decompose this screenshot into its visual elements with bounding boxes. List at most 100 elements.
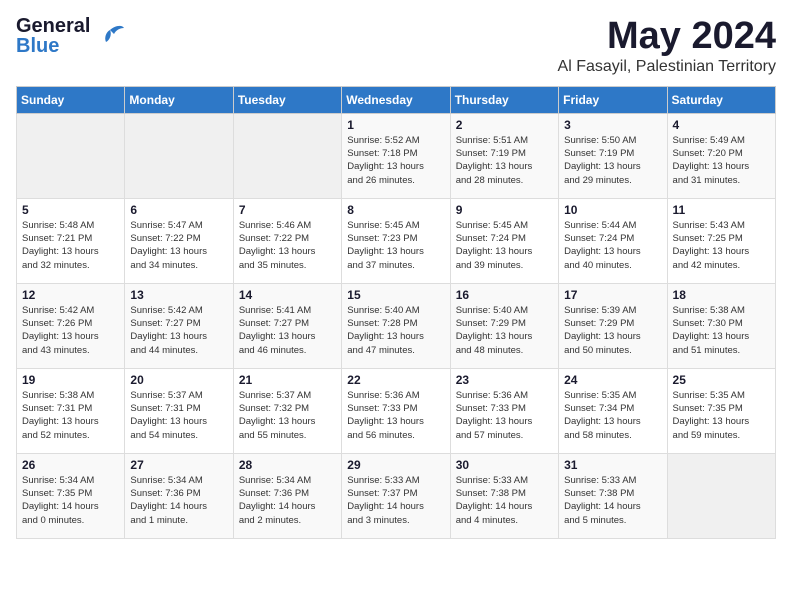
calendar-cell: 23 Sunrise: 5:36 AM Sunset: 7:33 PM Dayli… bbox=[450, 368, 558, 453]
day-number: 12 bbox=[22, 288, 119, 302]
day-info: Sunrise: 5:35 AM Sunset: 7:34 PM Dayligh… bbox=[564, 389, 661, 442]
weekday-header-monday: Monday bbox=[125, 86, 233, 113]
calendar-cell: 11 Sunrise: 5:43 AM Sunset: 7:25 PM Dayli… bbox=[667, 198, 775, 283]
day-info: Sunrise: 5:51 AM Sunset: 7:19 PM Dayligh… bbox=[456, 134, 553, 187]
day-number: 2 bbox=[456, 118, 553, 132]
day-info: Sunrise: 5:33 AM Sunset: 7:38 PM Dayligh… bbox=[564, 474, 661, 527]
day-number: 29 bbox=[347, 458, 444, 472]
calendar-cell bbox=[17, 113, 125, 198]
day-number: 25 bbox=[673, 373, 770, 387]
month-title: May 2024 bbox=[558, 16, 776, 58]
day-info: Sunrise: 5:45 AM Sunset: 7:24 PM Dayligh… bbox=[456, 219, 553, 272]
day-info: Sunrise: 5:48 AM Sunset: 7:21 PM Dayligh… bbox=[22, 219, 119, 272]
day-number: 18 bbox=[673, 288, 770, 302]
day-info: Sunrise: 5:46 AM Sunset: 7:22 PM Dayligh… bbox=[239, 219, 336, 272]
day-number: 14 bbox=[239, 288, 336, 302]
day-info: Sunrise: 5:36 AM Sunset: 7:33 PM Dayligh… bbox=[456, 389, 553, 442]
calendar-table: SundayMondayTuesdayWednesdayThursdayFrid… bbox=[16, 86, 776, 539]
day-number: 24 bbox=[564, 373, 661, 387]
calendar-cell bbox=[125, 113, 233, 198]
day-info: Sunrise: 5:37 AM Sunset: 7:32 PM Dayligh… bbox=[239, 389, 336, 442]
weekday-header-saturday: Saturday bbox=[667, 86, 775, 113]
day-info: Sunrise: 5:34 AM Sunset: 7:36 PM Dayligh… bbox=[239, 474, 336, 527]
day-info: Sunrise: 5:38 AM Sunset: 7:31 PM Dayligh… bbox=[22, 389, 119, 442]
calendar-cell: 5Sunrise: 5:48 AM Sunset: 7:21 PM Daylig… bbox=[17, 198, 125, 283]
day-number: 19 bbox=[22, 373, 119, 387]
weekday-header-wednesday: Wednesday bbox=[342, 86, 450, 113]
calendar-week-row: 19 Sunrise: 5:38 AM Sunset: 7:31 PM Dayli… bbox=[17, 368, 776, 453]
day-number: 4 bbox=[673, 118, 770, 132]
day-number: 13 bbox=[130, 288, 227, 302]
calendar-cell: 28Sunrise: 5:34 AM Sunset: 7:36 PM Dayli… bbox=[233, 453, 341, 538]
day-info: Sunrise: 5:43 AM Sunset: 7:25 PM Dayligh… bbox=[673, 219, 770, 272]
title-block: May 2024 Al Fasayil, Palestinian Territo… bbox=[558, 16, 776, 76]
day-number: 21 bbox=[239, 373, 336, 387]
day-number: 22 bbox=[347, 373, 444, 387]
day-info: Sunrise: 5:47 AM Sunset: 7:22 PM Dayligh… bbox=[130, 219, 227, 272]
weekday-header-friday: Friday bbox=[559, 86, 667, 113]
calendar-cell: 6 Sunrise: 5:47 AM Sunset: 7:22 PM Daylig… bbox=[125, 198, 233, 283]
calendar-cell: 12Sunrise: 5:42 AM Sunset: 7:26 PM Dayli… bbox=[17, 283, 125, 368]
calendar-cell: 10 Sunrise: 5:44 AM Sunset: 7:24 PM Dayli… bbox=[559, 198, 667, 283]
day-info: Sunrise: 5:39 AM Sunset: 7:29 PM Dayligh… bbox=[564, 304, 661, 357]
calendar-cell: 31 Sunrise: 5:33 AM Sunset: 7:38 PM Dayli… bbox=[559, 453, 667, 538]
calendar-cell bbox=[233, 113, 341, 198]
day-number: 30 bbox=[456, 458, 553, 472]
day-number: 17 bbox=[564, 288, 661, 302]
day-number: 8 bbox=[347, 203, 444, 217]
day-info: Sunrise: 5:50 AM Sunset: 7:19 PM Dayligh… bbox=[564, 134, 661, 187]
calendar-week-row: 5Sunrise: 5:48 AM Sunset: 7:21 PM Daylig… bbox=[17, 198, 776, 283]
calendar-cell: 27Sunrise: 5:34 AM Sunset: 7:36 PM Dayli… bbox=[125, 453, 233, 538]
calendar-cell: 2 Sunrise: 5:51 AM Sunset: 7:19 PM Daylig… bbox=[450, 113, 558, 198]
day-number: 16 bbox=[456, 288, 553, 302]
day-info: Sunrise: 5:33 AM Sunset: 7:37 PM Dayligh… bbox=[347, 474, 444, 527]
day-info: Sunrise: 5:38 AM Sunset: 7:30 PM Dayligh… bbox=[673, 304, 770, 357]
calendar-cell: 13 Sunrise: 5:42 AM Sunset: 7:27 PM Dayli… bbox=[125, 283, 233, 368]
day-info: Sunrise: 5:40 AM Sunset: 7:29 PM Dayligh… bbox=[456, 304, 553, 357]
day-number: 23 bbox=[456, 373, 553, 387]
day-info: Sunrise: 5:42 AM Sunset: 7:27 PM Dayligh… bbox=[130, 304, 227, 357]
day-info: Sunrise: 5:35 AM Sunset: 7:35 PM Dayligh… bbox=[673, 389, 770, 442]
location-title: Al Fasayil, Palestinian Territory bbox=[558, 58, 776, 76]
day-number: 10 bbox=[564, 203, 661, 217]
day-info: Sunrise: 5:40 AM Sunset: 7:28 PM Dayligh… bbox=[347, 304, 444, 357]
calendar-cell: 25 Sunrise: 5:35 AM Sunset: 7:35 PM Dayli… bbox=[667, 368, 775, 453]
calendar-cell: 20Sunrise: 5:37 AM Sunset: 7:31 PM Dayli… bbox=[125, 368, 233, 453]
calendar-cell: 4 Sunrise: 5:49 AM Sunset: 7:20 PM Daylig… bbox=[667, 113, 775, 198]
day-number: 6 bbox=[130, 203, 227, 217]
weekday-header-row: SundayMondayTuesdayWednesdayThursdayFrid… bbox=[17, 86, 776, 113]
calendar-cell: 17 Sunrise: 5:39 AM Sunset: 7:29 PM Dayli… bbox=[559, 283, 667, 368]
calendar-cell bbox=[667, 453, 775, 538]
calendar-cell: 7Sunrise: 5:46 AM Sunset: 7:22 PM Daylig… bbox=[233, 198, 341, 283]
calendar-cell: 9Sunrise: 5:45 AM Sunset: 7:24 PM Daylig… bbox=[450, 198, 558, 283]
calendar-cell: 29 Sunrise: 5:33 AM Sunset: 7:37 PM Dayli… bbox=[342, 453, 450, 538]
calendar-cell: 24 Sunrise: 5:35 AM Sunset: 7:34 PM Dayli… bbox=[559, 368, 667, 453]
calendar-week-row: 12Sunrise: 5:42 AM Sunset: 7:26 PM Dayli… bbox=[17, 283, 776, 368]
calendar-cell: 14Sunrise: 5:41 AM Sunset: 7:27 PM Dayli… bbox=[233, 283, 341, 368]
calendar-cell: 3 Sunrise: 5:50 AM Sunset: 7:19 PM Daylig… bbox=[559, 113, 667, 198]
day-info: Sunrise: 5:34 AM Sunset: 7:36 PM Dayligh… bbox=[130, 474, 227, 527]
day-number: 11 bbox=[673, 203, 770, 217]
day-info: Sunrise: 5:52 AM Sunset: 7:18 PM Dayligh… bbox=[347, 134, 444, 187]
logo: General Blue bbox=[16, 16, 126, 56]
calendar-cell: 8 Sunrise: 5:45 AM Sunset: 7:23 PM Daylig… bbox=[342, 198, 450, 283]
day-number: 31 bbox=[564, 458, 661, 472]
weekday-header-tuesday: Tuesday bbox=[233, 86, 341, 113]
calendar-week-row: 1Sunrise: 5:52 AM Sunset: 7:18 PM Daylig… bbox=[17, 113, 776, 198]
calendar-week-row: 26Sunrise: 5:34 AM Sunset: 7:35 PM Dayli… bbox=[17, 453, 776, 538]
weekday-header-thursday: Thursday bbox=[450, 86, 558, 113]
day-info: Sunrise: 5:37 AM Sunset: 7:31 PM Dayligh… bbox=[130, 389, 227, 442]
weekday-header-sunday: Sunday bbox=[17, 86, 125, 113]
logo-bird-icon bbox=[94, 22, 126, 50]
day-info: Sunrise: 5:49 AM Sunset: 7:20 PM Dayligh… bbox=[673, 134, 770, 187]
calendar-cell: 19 Sunrise: 5:38 AM Sunset: 7:31 PM Dayli… bbox=[17, 368, 125, 453]
day-info: Sunrise: 5:36 AM Sunset: 7:33 PM Dayligh… bbox=[347, 389, 444, 442]
calendar-cell: 30Sunrise: 5:33 AM Sunset: 7:38 PM Dayli… bbox=[450, 453, 558, 538]
day-number: 3 bbox=[564, 118, 661, 132]
calendar-cell: 1Sunrise: 5:52 AM Sunset: 7:18 PM Daylig… bbox=[342, 113, 450, 198]
page-header: General Blue May 2024 Al Fasayil, Palest… bbox=[16, 16, 776, 76]
day-info: Sunrise: 5:45 AM Sunset: 7:23 PM Dayligh… bbox=[347, 219, 444, 272]
logo-name-line2: Blue bbox=[16, 36, 90, 56]
calendar-cell: 26Sunrise: 5:34 AM Sunset: 7:35 PM Dayli… bbox=[17, 453, 125, 538]
day-info: Sunrise: 5:44 AM Sunset: 7:24 PM Dayligh… bbox=[564, 219, 661, 272]
